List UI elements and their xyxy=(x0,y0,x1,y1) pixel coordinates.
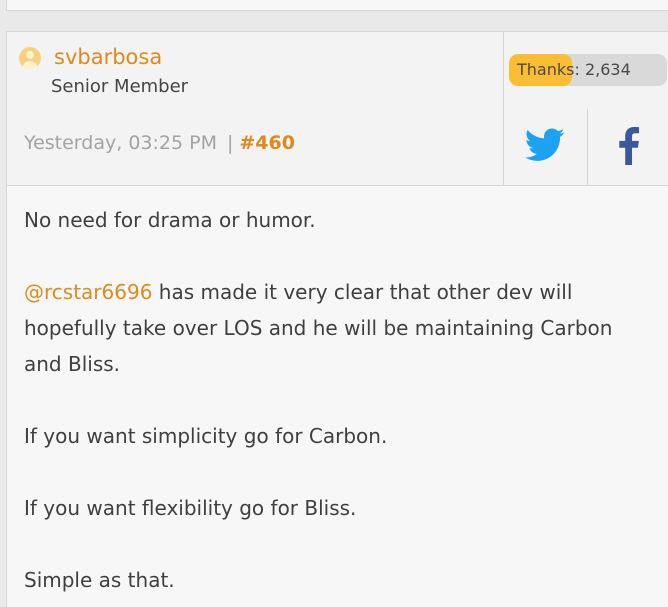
mention-link[interactable]: @rcstar6696 xyxy=(24,280,152,304)
meta-separator: | xyxy=(226,132,234,154)
forum-post: svbarbosa Senior Member Yesterday, 03:25… xyxy=(6,31,668,607)
facebook-icon[interactable] xyxy=(618,127,640,165)
post-header: svbarbosa Senior Member Yesterday, 03:25… xyxy=(7,32,668,186)
post-timestamp: Yesterday, 03:25 PM xyxy=(24,132,217,154)
post-line: No need for drama or humor. xyxy=(24,208,316,232)
thanks-badge: Thanks: 2,634 xyxy=(509,54,667,86)
twitter-icon[interactable] xyxy=(524,128,565,162)
avatar-icon[interactable] xyxy=(19,47,41,69)
post-paragraph: @rcstar6696 has made it very clear that … xyxy=(24,274,644,382)
username-link[interactable]: svbarbosa xyxy=(54,45,162,69)
post-line: If you want flexibility go for Bliss. xyxy=(24,496,357,520)
post-number-link[interactable]: #460 xyxy=(239,132,295,154)
thanks-count: Thanks: 2,634 xyxy=(517,60,631,79)
previous-post-bottom xyxy=(6,0,668,11)
post-line: Simple as that. xyxy=(24,568,175,592)
post-meta: Yesterday, 03:25 PM | #460 xyxy=(24,132,295,154)
share-divider xyxy=(587,109,588,185)
post-body: No need for drama or humor. @rcstar6696 … xyxy=(24,202,644,598)
post-line: If you want simplicity go for Carbon. xyxy=(24,424,388,448)
user-title: Senior Member xyxy=(51,76,189,97)
user-info: svbarbosa Senior Member Yesterday, 03:25… xyxy=(7,32,504,185)
